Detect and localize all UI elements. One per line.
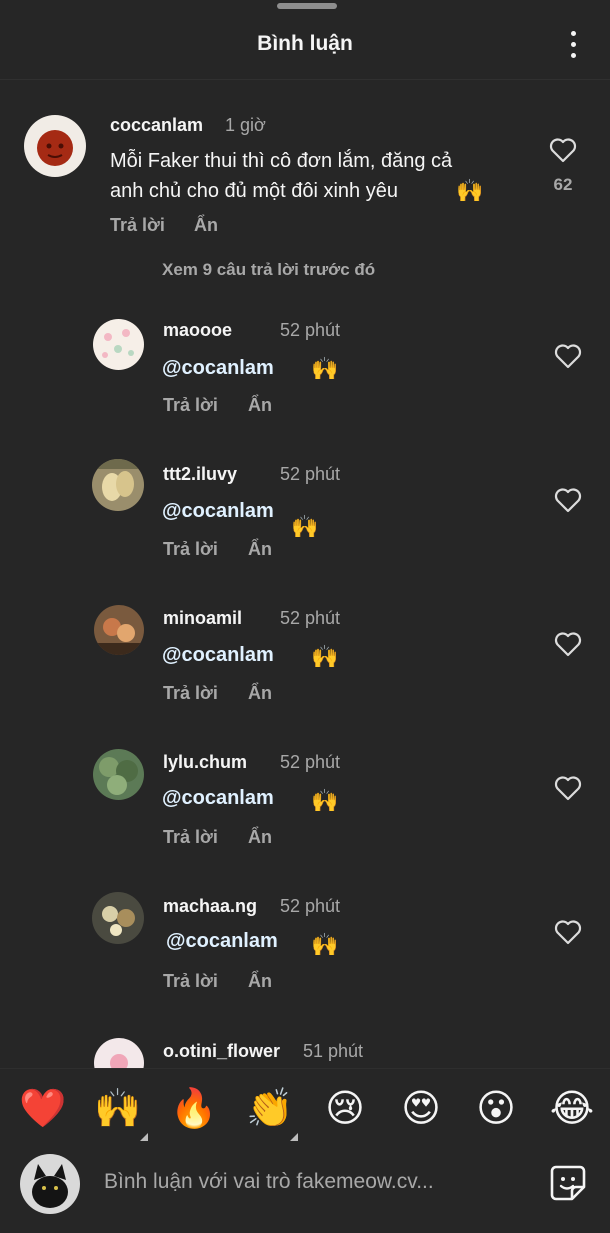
mention-link[interactable]: @cocanlam bbox=[162, 787, 274, 810]
reply-time: 52 phút bbox=[280, 464, 341, 484]
comment-time: 1 giờ bbox=[225, 115, 266, 135]
emoji-fire[interactable]: 🔥 bbox=[168, 1085, 220, 1133]
emoji-cry[interactable]: 😢 bbox=[319, 1085, 371, 1133]
reply-button[interactable]: Trả lời bbox=[110, 215, 165, 236]
avatar[interactable] bbox=[93, 319, 144, 370]
emoji-clap[interactable]: 👏 bbox=[244, 1085, 296, 1133]
reply-username[interactable]: lylu.chum bbox=[163, 752, 247, 773]
reply-username[interactable]: minoamil bbox=[163, 608, 242, 629]
reply-time: 52 phút bbox=[280, 896, 341, 916]
emoji-raised-hands[interactable]: 🙌 bbox=[92, 1085, 144, 1133]
hide-button[interactable]: Ẩn bbox=[248, 971, 272, 992]
comment-text-line1: Mỗi Faker thui thì cô đơn lắm, đăng cả bbox=[110, 150, 453, 172]
emoji-laughing[interactable]: 😂 bbox=[546, 1085, 598, 1133]
reply-time: 52 phút bbox=[280, 320, 341, 340]
page-title: Bình luận bbox=[257, 32, 353, 55]
avatar[interactable] bbox=[93, 749, 144, 800]
reply-emoji: 🙌 bbox=[311, 788, 339, 813]
hide-button[interactable]: Ẩn bbox=[248, 395, 272, 416]
reply-emoji: 🙌 bbox=[311, 932, 339, 957]
emoji-heart[interactable]: ❤️ bbox=[17, 1085, 69, 1133]
header: Bình luận bbox=[0, 0, 610, 80]
comment-emoji: 🙌 bbox=[456, 178, 484, 203]
avatar[interactable] bbox=[92, 459, 144, 511]
reply-time: 51 phút bbox=[303, 1041, 364, 1061]
reply-emoji: 🙌 bbox=[291, 514, 319, 539]
heart-icon[interactable] bbox=[554, 487, 582, 513]
comment-input[interactable]: Bình luận với vai trò fakemeow.cv... bbox=[104, 1170, 434, 1194]
sticker-icon[interactable] bbox=[548, 1163, 588, 1203]
reply-username[interactable]: ttt2.iluvy bbox=[163, 464, 237, 485]
reply-emoji: 🙌 bbox=[311, 356, 339, 381]
reply-time: 52 phút bbox=[280, 608, 341, 628]
reply-emoji: 🙌 bbox=[311, 644, 339, 669]
mention-link[interactable]: @cocanlam bbox=[166, 930, 278, 953]
heart-icon[interactable] bbox=[554, 631, 582, 657]
avatar[interactable] bbox=[24, 115, 86, 177]
comment-input-bar: Bình luận với vai trò fakemeow.cv... bbox=[0, 1150, 610, 1233]
emoji-variant-caret bbox=[140, 1133, 148, 1141]
heart-icon[interactable] bbox=[554, 919, 582, 945]
reply-button[interactable]: Trả lời bbox=[163, 827, 218, 848]
heart-icon[interactable] bbox=[554, 343, 582, 369]
emoji-surprised[interactable]: 😮 bbox=[470, 1085, 522, 1133]
avatar[interactable] bbox=[94, 605, 144, 655]
reply-username[interactable]: maoooe bbox=[163, 320, 232, 341]
hide-button[interactable]: Ẩn bbox=[194, 215, 218, 236]
reply-button[interactable]: Trả lời bbox=[163, 539, 218, 560]
comment-username[interactable]: coccanlam bbox=[110, 115, 203, 136]
emoji-reaction-bar: ❤️ 🙌 🔥 👏 😢 😍 😮 😂 bbox=[0, 1068, 610, 1150]
heart-icon[interactable] bbox=[549, 137, 577, 163]
reply-button[interactable]: Trả lời bbox=[163, 395, 218, 416]
reply-username[interactable]: machaa.ng bbox=[163, 896, 257, 917]
reply-button[interactable]: Trả lời bbox=[163, 971, 218, 992]
heart-icon[interactable] bbox=[554, 775, 582, 801]
like-count: 62 bbox=[553, 175, 573, 194]
reply-time: 52 phút bbox=[280, 752, 341, 772]
hide-button[interactable]: Ẩn bbox=[248, 827, 272, 848]
emoji-variant-caret bbox=[290, 1133, 298, 1141]
hide-button[interactable]: Ẩn bbox=[248, 683, 272, 704]
avatar bbox=[20, 1154, 80, 1214]
reply-username[interactable]: o.otini_flower bbox=[163, 1041, 280, 1062]
mention-link[interactable]: @cocanlam bbox=[162, 357, 274, 380]
avatar[interactable] bbox=[92, 892, 144, 944]
more-vertical-icon[interactable] bbox=[569, 31, 579, 59]
emoji-heart-eyes[interactable]: 😍 bbox=[395, 1085, 447, 1133]
mention-link[interactable]: @cocanlam bbox=[162, 644, 274, 667]
mention-link[interactable]: @cocanlam bbox=[162, 500, 274, 523]
comment-text-line2: anh chủ cho đủ một đôi xinh yêu bbox=[110, 180, 398, 202]
view-previous-replies[interactable]: Xem 9 câu trả lời trước đó bbox=[162, 260, 375, 280]
hide-button[interactable]: Ẩn bbox=[248, 539, 272, 560]
reply-button[interactable]: Trả lời bbox=[163, 683, 218, 704]
